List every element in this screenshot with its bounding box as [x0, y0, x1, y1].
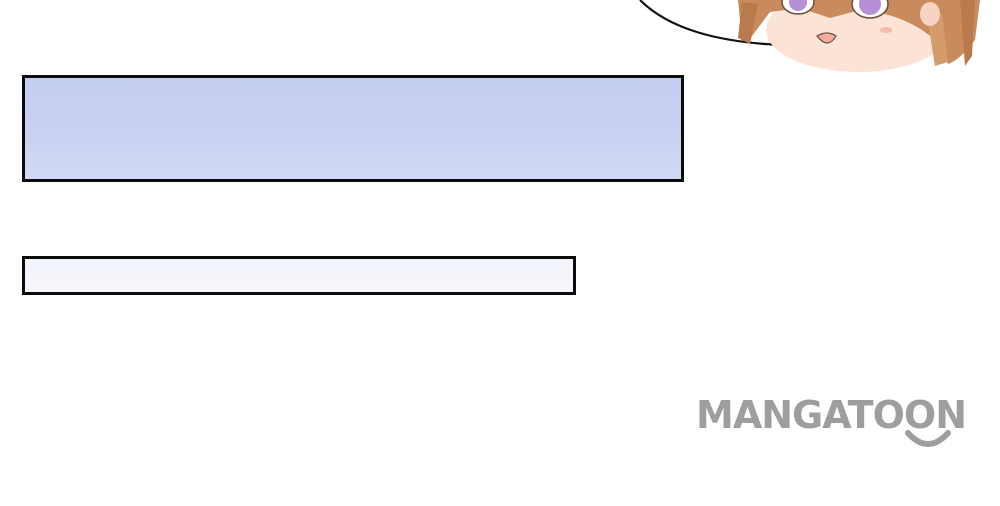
mangatoon-watermark: MANGATOON — [696, 393, 1000, 455]
speech-panel-large — [22, 75, 684, 182]
chibi-girl-face-icon — [639, 0, 980, 72]
smile-icon — [905, 430, 951, 447]
speech-panel-small — [22, 256, 576, 295]
character-art — [630, 0, 1000, 80]
